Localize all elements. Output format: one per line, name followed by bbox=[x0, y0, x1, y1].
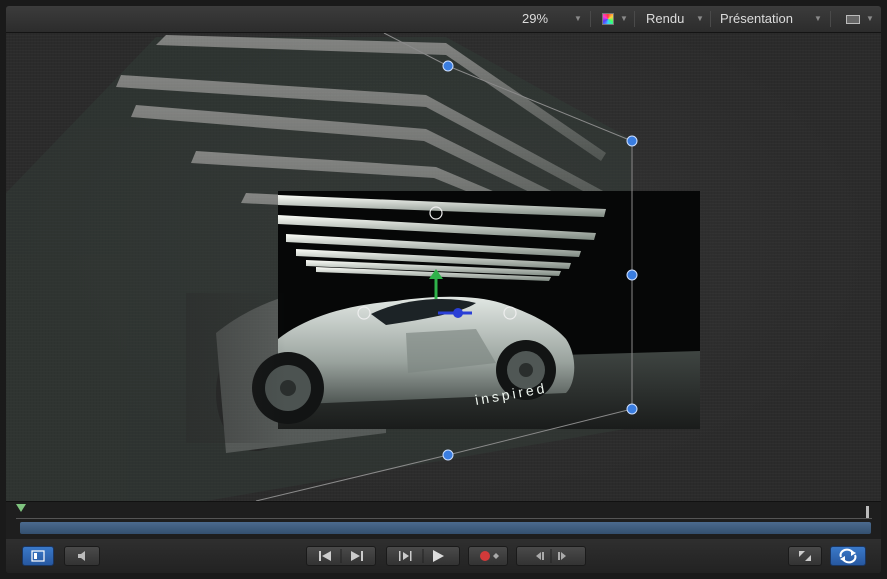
audio-mute-icon bbox=[78, 551, 85, 561]
toolbar-divider bbox=[830, 11, 831, 27]
toggle-sidebar-icon bbox=[31, 550, 45, 562]
go-to-end-icon[interactable] bbox=[351, 551, 360, 561]
mini-timeline[interactable] bbox=[6, 501, 881, 540]
record-icon bbox=[480, 551, 499, 561]
step-group bbox=[516, 546, 586, 566]
go-to-group bbox=[306, 546, 376, 566]
zoom-level-popup[interactable]: 29% bbox=[522, 6, 548, 32]
canvas-toolbar: 29% ▼ ▼ Rendu ▼ Présentation ▼ ▼ bbox=[6, 6, 881, 33]
toggle-sidebar-button[interactable] bbox=[22, 546, 54, 566]
view-popup[interactable]: Présentation bbox=[720, 6, 793, 32]
fit-canvas-icon bbox=[799, 551, 811, 561]
fit-canvas-button[interactable] bbox=[788, 546, 822, 566]
timeline-clip-bar[interactable] bbox=[20, 522, 871, 534]
out-point-marker[interactable] bbox=[866, 506, 869, 518]
play-group bbox=[386, 546, 460, 566]
step-forward-icon[interactable] bbox=[558, 552, 560, 560]
play-range-icon[interactable] bbox=[387, 547, 459, 565]
transport-bar bbox=[6, 539, 881, 573]
toolbar-divider bbox=[710, 11, 711, 27]
render-chevron-down-icon[interactable]: ▼ bbox=[696, 6, 704, 32]
playhead-icon[interactable] bbox=[16, 504, 26, 512]
step-backward-icon[interactable] bbox=[517, 547, 585, 565]
timeline-ruler[interactable] bbox=[16, 506, 872, 519]
render-popup[interactable]: Rendu bbox=[646, 6, 684, 32]
toolbar-divider bbox=[634, 11, 635, 27]
audio-mute-button[interactable] bbox=[64, 546, 100, 566]
play-icon[interactable] bbox=[433, 550, 444, 562]
canvas-viewer[interactable]: inspired bbox=[6, 33, 881, 501]
go-to-start-icon[interactable] bbox=[307, 547, 375, 565]
loop-button[interactable] bbox=[830, 546, 866, 566]
canvas-window: 29% ▼ ▼ Rendu ▼ Présentation ▼ ▼ inspire… bbox=[6, 6, 881, 573]
color-channels-icon[interactable] bbox=[602, 13, 614, 25]
canvas-artwork: inspired bbox=[6, 33, 700, 501]
channels-chevron-down-icon[interactable]: ▼ bbox=[620, 6, 628, 32]
view-layout-icon[interactable] bbox=[846, 15, 860, 24]
zoom-chevron-down-icon[interactable]: ▼ bbox=[574, 6, 582, 32]
view-chevron-down-icon[interactable]: ▼ bbox=[814, 6, 822, 32]
toolbar-divider bbox=[590, 11, 591, 27]
layout-chevron-down-icon[interactable]: ▼ bbox=[866, 6, 874, 32]
loop-icon bbox=[839, 548, 857, 564]
record-button[interactable] bbox=[468, 546, 508, 566]
